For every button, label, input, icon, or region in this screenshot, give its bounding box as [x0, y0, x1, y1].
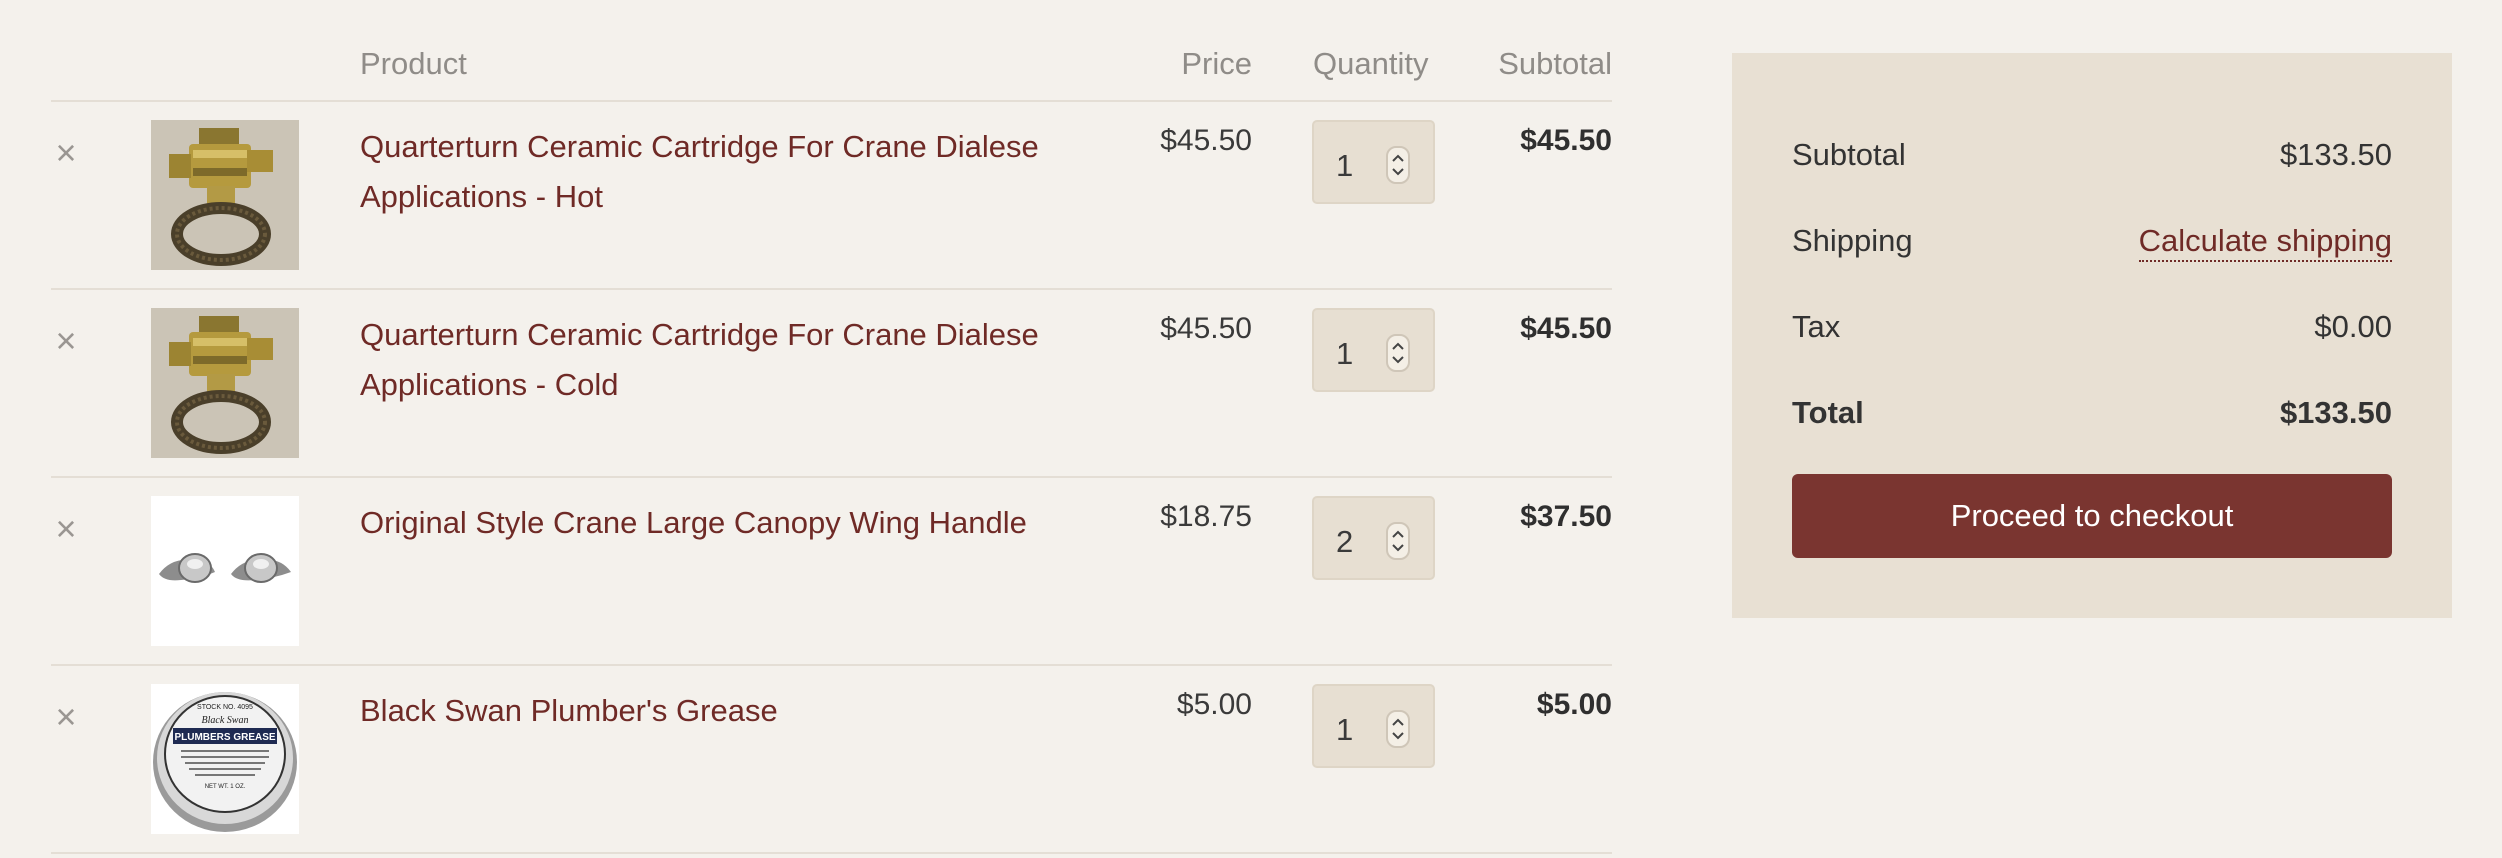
quantity-value[interactable]: 2	[1336, 524, 1353, 560]
wing-handles-image	[151, 496, 299, 646]
remove-item-icon[interactable]: ×	[51, 511, 81, 547]
header-quantity: Quantity	[1313, 46, 1429, 81]
quantity-value[interactable]: 1	[1336, 336, 1353, 372]
totals-total-label: Total	[1792, 395, 1864, 430]
totals-tax-label: Tax	[1792, 309, 1841, 344]
item-subtotal: $37.50	[1520, 500, 1612, 533]
product-name-line[interactable]: Black Swan Plumber's Grease	[360, 693, 778, 728]
proceed-to-checkout-button[interactable]: Proceed to checkout	[1792, 474, 2392, 558]
quantity-stepper[interactable]: 1	[1312, 684, 1435, 768]
remove-item-icon[interactable]: ×	[51, 135, 81, 171]
grease-tin-brand: Black Swan	[202, 715, 249, 726]
item-price: $5.00	[1176, 688, 1252, 721]
item-price: $45.50	[1160, 124, 1252, 157]
cart-totals-panel: Subtotal $133.50 Shipping Calculate ship…	[1732, 53, 2452, 618]
quantity-spinner-icon[interactable]	[1386, 710, 1410, 748]
product-name-link[interactable]: Black Swan Plumber's Grease	[360, 686, 1080, 736]
item-subtotal: $45.50	[1520, 312, 1612, 345]
product-name-link[interactable]: Quarterturn Ceramic Cartridge For Crane …	[360, 122, 1080, 222]
header-price: Price	[1181, 46, 1252, 81]
quantity-spinner-icon[interactable]	[1386, 522, 1410, 560]
product-thumbnail[interactable]	[151, 308, 299, 458]
product-name-line[interactable]: Original Style Crane Large Canopy Wing H…	[360, 505, 1027, 540]
totals-shipping-label: Shipping	[1792, 223, 1913, 258]
cart-item-row: × Quarterturn Ceramic Cartridge For Cran…	[51, 102, 1612, 290]
quantity-stepper[interactable]: 1	[1312, 120, 1435, 204]
calculate-shipping-link[interactable]: Calculate shipping	[2138, 223, 2392, 262]
quantity-stepper[interactable]: 1	[1312, 308, 1435, 392]
product-name-line[interactable]: Quarterturn Ceramic Cartridge For Crane …	[360, 129, 1039, 164]
quantity-spinner-icon[interactable]	[1386, 146, 1410, 184]
brass-cartridge-image	[151, 308, 299, 458]
product-name-line[interactable]: Applications - Hot	[360, 179, 603, 214]
brass-cartridge-image	[151, 120, 299, 270]
remove-item-icon[interactable]: ×	[51, 323, 81, 359]
totals-subtotal-value: $133.50	[2279, 137, 2392, 172]
grease-tin-stock: STOCK NO. 4095	[197, 704, 253, 711]
product-thumbnail[interactable]	[151, 120, 299, 270]
item-subtotal: $45.50	[1520, 124, 1612, 157]
cart-table-header: Product Price Quantity Subtotal	[51, 0, 1612, 102]
grease-tin-weight: NET WT. 1 OZ.	[205, 784, 246, 790]
header-subtotal: Subtotal	[1498, 46, 1612, 81]
product-name-link[interactable]: Original Style Crane Large Canopy Wing H…	[360, 498, 1080, 548]
item-price: $18.75	[1160, 500, 1252, 533]
product-thumbnail[interactable]	[151, 496, 299, 646]
totals-subtotal-label: Subtotal	[1792, 137, 1906, 172]
remove-item-icon[interactable]: ×	[51, 699, 81, 735]
cart-item-row: × Quarterturn Ceramic Cartridge For Cran…	[51, 290, 1612, 478]
grease-tin-label: PLUMBERS GREASE	[174, 732, 275, 743]
product-thumbnail[interactable]: STOCK NO. 4095 Black Swan PLUMBERS GREAS…	[151, 684, 299, 834]
grease-tin-image: STOCK NO. 4095 Black Swan PLUMBERS GREAS…	[151, 684, 299, 834]
cart-item-row: × Original Style Crane Large Canopy Wing…	[51, 478, 1612, 666]
header-product: Product	[360, 46, 467, 81]
quantity-stepper[interactable]: 2	[1312, 496, 1435, 580]
product-name-line[interactable]: Applications - Cold	[360, 367, 618, 402]
item-subtotal: $5.00	[1536, 688, 1612, 721]
product-name-link[interactable]: Quarterturn Ceramic Cartridge For Crane …	[360, 310, 1080, 410]
cart-table: Product Price Quantity Subtotal × Quarte…	[51, 0, 1612, 854]
product-name-line[interactable]: Quarterturn Ceramic Cartridge For Crane …	[360, 317, 1039, 352]
quantity-value[interactable]: 1	[1336, 148, 1353, 184]
totals-tax-value: $0.00	[2314, 309, 2392, 344]
cart-item-row: × STOCK NO. 4095 Black Swan PLUMBERS GRE…	[51, 666, 1612, 854]
quantity-value[interactable]: 1	[1336, 712, 1353, 748]
item-price: $45.50	[1160, 312, 1252, 345]
totals-total-value: $133.50	[2279, 395, 2392, 430]
quantity-spinner-icon[interactable]	[1386, 334, 1410, 372]
